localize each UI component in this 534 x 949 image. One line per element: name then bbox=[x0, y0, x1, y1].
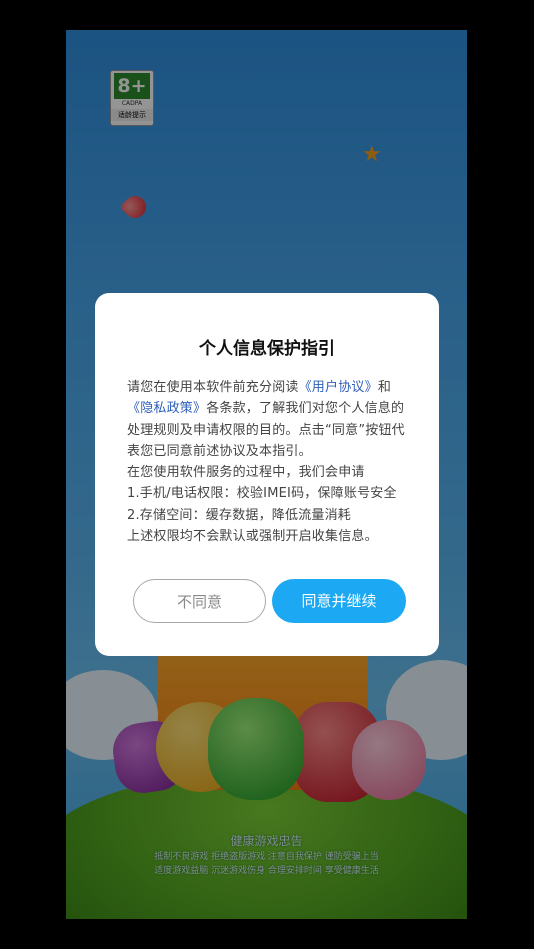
privacy-dialog: 个人信息保护指引 请您在使用本软件前充分阅读《用户协议》和《隐私政策》各条款，了… bbox=[95, 293, 439, 656]
dialog-text: 上述权限均不会默认或强制开启收集信息。 bbox=[127, 529, 378, 545]
dialog-text: 2.存储空间：缓存数据，降低流量消耗 bbox=[127, 507, 352, 523]
privacy-policy-link[interactable]: 《隐私政策》 bbox=[127, 401, 206, 416]
accept-continue-button[interactable]: 同意并继续 bbox=[272, 579, 406, 623]
dialog-text: 1.手机/电话权限：校验IMEI码，保障账号安全 bbox=[127, 486, 397, 502]
dialog-text: 在您使用软件服务的过程中，我们会申请 bbox=[127, 465, 365, 481]
user-agreement-link[interactable]: 《用户协议》 bbox=[299, 380, 378, 395]
dialog-text: 和 bbox=[377, 380, 392, 395]
decline-button[interactable]: 不同意 bbox=[133, 579, 266, 623]
dialog-paragraph: 请您在使用本软件前充分阅读《用户协议》和《隐私政策》各条款，了解我们对您个人信息… bbox=[127, 377, 411, 462]
dialog-title: 个人信息保护指引 bbox=[199, 339, 335, 359]
dialog-body: 请您在使用本软件前充分阅读《用户协议》和《隐私政策》各条款，了解我们对您个人信息… bbox=[127, 377, 411, 547]
dialog-text: 请您在使用本软件前充分阅读 bbox=[127, 380, 299, 395]
